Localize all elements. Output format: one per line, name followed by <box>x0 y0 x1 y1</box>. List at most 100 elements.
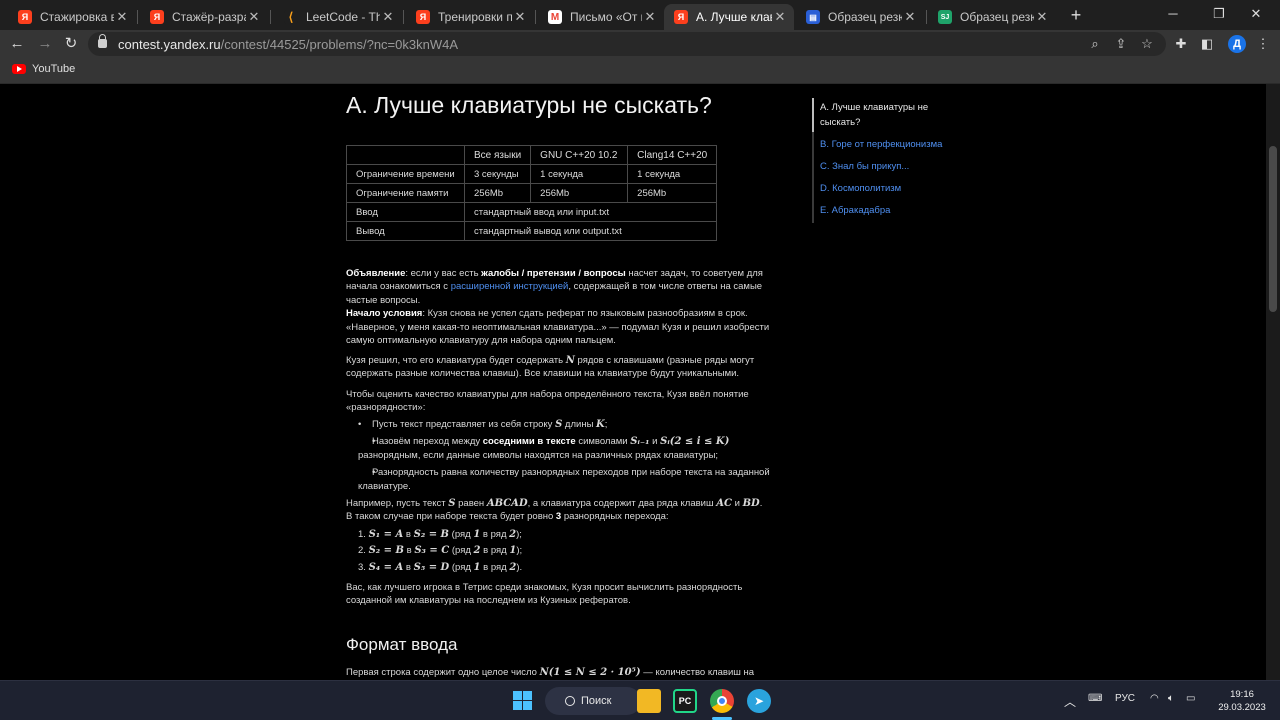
zoom-search-icon[interactable]: ⌕ <box>1086 36 1104 52</box>
bookmark-youtube[interactable]: YouTube <box>12 63 75 75</box>
example-list: 1. S₁ = A в S₂ = B (ряд 1 в ряд 2); 2. S… <box>346 528 771 577</box>
table-cell: 256Mb <box>463 183 532 203</box>
table-cell <box>346 145 465 165</box>
pycharm-icon[interactable]: PC <box>673 689 697 713</box>
problem-nav-item-e[interactable]: E. Абракадабра <box>814 201 952 220</box>
tab-gmail-letter[interactable]: M Письмо «От ком… ✕ <box>538 4 664 30</box>
problem-nav-item-c[interactable]: C. Знал бы прикуп... <box>814 157 952 176</box>
bookmarks-bar: YouTube <box>0 58 1280 84</box>
windows-start-icon[interactable] <box>513 691 532 710</box>
url-text[interactable]: contest.yandex.ru/contest/44525/problems… <box>118 37 458 52</box>
bookmark-star-icon[interactable]: ☆ <box>1138 36 1156 52</box>
close-tab-icon[interactable]: ✕ <box>114 9 130 25</box>
problem-nav: А. Лучше клавиатуры не сыскать? B. Горе … <box>812 98 952 223</box>
problem-nav-item-b[interactable]: B. Горе от перфекционизма <box>814 135 952 154</box>
tab-algorithms-training[interactable]: Я Тренировки по а… ✕ <box>406 4 534 30</box>
limits-table: Все языки GNU C++20 10.2 Clang14 C++20 О… <box>346 145 718 241</box>
wifi-icon[interactable]: ◠ <box>1150 693 1159 704</box>
yandex-icon: Я <box>416 10 430 24</box>
table-header: GNU C++20 10.2 <box>530 145 629 165</box>
list-item: Разнорядность равна количеству разнорядн… <box>346 466 771 493</box>
table-cell: 3 секунды <box>463 164 532 184</box>
system-clock[interactable]: 19:16 29.03.2023 <box>1212 688 1272 714</box>
sj-icon: SJ <box>938 10 952 24</box>
telegram-icon[interactable]: ➤ <box>747 689 771 713</box>
youtube-icon <box>12 64 26 74</box>
task-paragraph: Вас, как лучшего игрока в Тетрис среди з… <box>346 582 743 607</box>
profile-avatar[interactable]: Д <box>1228 35 1246 53</box>
active-indicator <box>812 98 814 132</box>
tab-resume-sample-2[interactable]: SJ Образец резюме… ✕ <box>928 4 1056 30</box>
problem-title: А. Лучше клавиатуры не сыскать? <box>346 92 712 118</box>
extensions-icon[interactable]: ✚ <box>1172 35 1190 53</box>
close-tab-icon[interactable]: ✕ <box>642 9 658 25</box>
table-row: Ограничение памяти 256Mb 256Mb 256Mb <box>346 183 718 203</box>
page-content: А. Лучше клавиатуры не сыскать? Все язык… <box>0 84 1266 680</box>
close-tab-icon[interactable]: ✕ <box>902 9 918 25</box>
table-cell: стандартный ввод или input.txt <box>463 202 718 222</box>
tab-yandex-internship[interactable]: Я Стажировка в Ян… ✕ <box>8 4 136 30</box>
search-icon <box>565 696 575 706</box>
table-cell: стандартный вывод или output.txt <box>463 221 718 241</box>
table-cell: Вывод <box>346 221 465 241</box>
tab-current-problem[interactable]: Я А. Лучше клавиа… ✕ <box>664 4 794 30</box>
close-tab-icon[interactable]: ✕ <box>512 9 528 25</box>
share-icon[interactable]: ⇪ <box>1112 36 1130 52</box>
lock-icon[interactable] <box>98 34 107 48</box>
definition-list: Пусть текст представляет из себя строку … <box>346 418 771 497</box>
file-explorer-icon[interactable] <box>637 689 661 713</box>
address-bar[interactable]: contest.yandex.ru/contest/44525/problems… <box>88 32 1166 56</box>
tray-overflow-icon[interactable]: ︿ <box>1064 693 1076 710</box>
browser-toolbar: ← → ↻ contest.yandex.ru/contest/44525/pr… <box>0 30 1280 58</box>
instruction-link[interactable]: расширенной инструкцией <box>451 281 569 292</box>
table-row: Вывод стандартный вывод или output.txt <box>346 221 718 241</box>
chrome-center-icon <box>717 696 727 706</box>
side-panel-icon[interactable]: ◧ <box>1198 35 1216 53</box>
close-tab-icon[interactable]: ✕ <box>380 9 396 25</box>
windows-taskbar: Поиск PC ➤ ︿ ⌨ РУС ◠ 🔈︎ ▭ 19:16 29.03.20… <box>0 680 1280 720</box>
gmail-icon: M <box>548 10 562 24</box>
minimize-button[interactable]: ─ <box>1150 0 1196 28</box>
problem-nav-item-d[interactable]: D. Космополитизм <box>814 179 952 198</box>
table-cell: Ограничение времени <box>346 164 465 184</box>
list-item: 3. S₄ = A в S₅ = D (ряд 1 в ряд 2). <box>358 561 523 573</box>
scrollbar-thumb[interactable] <box>1269 146 1277 312</box>
tab-resume-sample-1[interactable]: ▤ Образец резюме… ✕ <box>796 4 924 30</box>
close-window-button[interactable]: ✕ <box>1236 0 1276 28</box>
yandex-icon: Я <box>18 10 32 24</box>
doc-icon: ▤ <box>806 10 820 24</box>
language-indicator[interactable]: РУС <box>1115 693 1135 704</box>
chrome-icon[interactable] <box>710 689 734 713</box>
keyboard-icon[interactable]: ⌨ <box>1088 693 1102 704</box>
close-tab-icon[interactable]: ✕ <box>1034 9 1050 25</box>
battery-icon[interactable]: ▭ <box>1186 693 1195 704</box>
page-scrollbar[interactable] <box>1266 84 1280 680</box>
menu-kebab-icon[interactable]: ⋮ <box>1254 35 1272 53</box>
list-item: Назовём переход между соседними в тексте… <box>346 435 771 462</box>
volume-icon[interactable]: 🔈︎ <box>1168 693 1174 704</box>
table-header: Clang14 C++20 <box>627 145 718 165</box>
reload-button[interactable]: ↻ <box>60 34 82 54</box>
table-cell: 256Mb <box>530 183 629 203</box>
table-cell: 256Mb <box>627 183 718 203</box>
example-paragraph: Например, пусть текст S равен ABCAD, а к… <box>346 498 763 523</box>
tab-leetcode[interactable]: ⟨ LeetCode - The W… ✕ <box>274 4 402 30</box>
statement-paragraph: Чтобы оценить качество клавиатуры для на… <box>346 389 749 414</box>
forward-button[interactable]: → <box>34 34 56 54</box>
table-row: Все языки GNU C++20 10.2 Clang14 C++20 <box>346 145 718 165</box>
new-tab-button[interactable]: + <box>1066 4 1086 26</box>
yandex-icon: Я <box>150 10 164 24</box>
problem-nav-item-a[interactable]: А. Лучше клавиатуры не сыскать? <box>814 98 952 132</box>
close-tab-icon[interactable]: ✕ <box>772 9 788 25</box>
statement-paragraph: Кузя решил, что его клавиатура будет сод… <box>346 355 755 380</box>
table-cell: Ограничение памяти <box>346 183 465 203</box>
taskbar-search[interactable]: Поиск <box>545 687 641 715</box>
close-tab-icon[interactable]: ✕ <box>246 9 262 25</box>
back-button[interactable]: ← <box>6 34 28 54</box>
table-cell: 1 секунда <box>530 164 629 184</box>
tab-intern-developer[interactable]: Я Стажёр-разрабо… ✕ <box>140 4 268 30</box>
input-format-heading: Формат ввода <box>346 635 458 654</box>
tab-divider <box>270 10 271 24</box>
tab-divider <box>535 10 536 24</box>
input-format-paragraph: Первая строка содержит одно целое число … <box>346 667 755 678</box>
